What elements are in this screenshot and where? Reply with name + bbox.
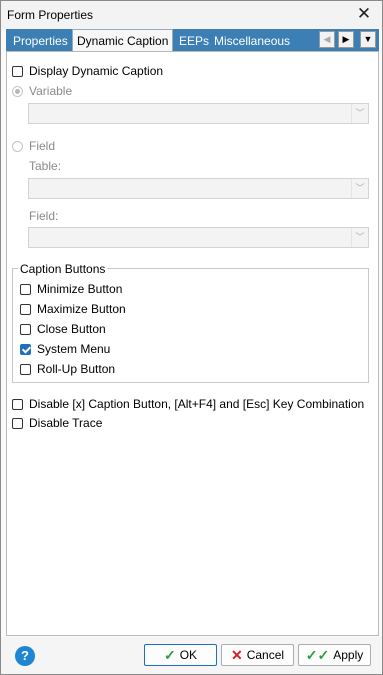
system-menu-label: System Menu bbox=[37, 342, 111, 356]
field-option[interactable]: Field bbox=[12, 138, 55, 154]
field-combo[interactable]: ﹀ bbox=[28, 227, 369, 248]
field-label: Field bbox=[29, 139, 56, 153]
minimize-button-checkbox[interactable] bbox=[20, 283, 31, 295]
disable-trace-option[interactable]: Disable Trace bbox=[12, 415, 102, 431]
checkmark-icon: ✓ bbox=[163, 646, 176, 663]
dialog-footer: ? ✓ OK ✕ Cancel ✓✓ Apply bbox=[1, 637, 382, 674]
system-menu-option[interactable]: System Menu bbox=[20, 341, 110, 357]
ok-button[interactable]: ✓ OK bbox=[144, 644, 217, 666]
table-label: Table: bbox=[29, 159, 62, 173]
tab-strip: Properties Dynamic Caption EEPs Miscella… bbox=[6, 29, 379, 52]
close-button-checkbox[interactable] bbox=[20, 323, 31, 335]
tab-miscellaneous[interactable]: Miscellaneous bbox=[210, 31, 294, 51]
system-menu-checkbox[interactable] bbox=[20, 343, 31, 355]
field-sub-label: Field: bbox=[29, 209, 59, 223]
ok-button-label: OK bbox=[179, 648, 198, 662]
cancel-x-icon: ✕ bbox=[230, 646, 243, 663]
variable-option[interactable]: Variable bbox=[12, 83, 72, 99]
variable-combo[interactable]: ﹀ bbox=[28, 103, 369, 124]
roll-up-button-checkbox[interactable] bbox=[20, 363, 31, 375]
window-title: Form Properties bbox=[7, 8, 94, 22]
chevron-down-icon[interactable]: ﹀ bbox=[351, 228, 368, 247]
roll-up-button-option[interactable]: Roll-Up Button bbox=[20, 361, 115, 377]
display-dynamic-caption-label: Display Dynamic Caption bbox=[29, 64, 164, 78]
form-properties-window: Form Properties ✕ Properties Dynamic Cap… bbox=[0, 0, 383, 675]
caption-buttons-group-label: Caption Buttons bbox=[18, 262, 108, 276]
maximize-button-label: Maximize Button bbox=[37, 302, 126, 316]
maximize-button-checkbox[interactable] bbox=[20, 303, 31, 315]
apply-button-label: Apply bbox=[333, 648, 364, 662]
tab-scroll-left-icon[interactable]: ◀ bbox=[319, 31, 335, 48]
close-button-option[interactable]: Close Button bbox=[20, 321, 106, 337]
maximize-button-option[interactable]: Maximize Button bbox=[20, 301, 126, 317]
cancel-button-label: Cancel bbox=[246, 648, 285, 662]
apply-button[interactable]: ✓✓ Apply bbox=[298, 644, 371, 666]
tab-scroll-right-icon[interactable]: ▶ bbox=[338, 31, 354, 48]
disable-trace-checkbox[interactable] bbox=[12, 417, 23, 429]
variable-label: Variable bbox=[29, 84, 73, 98]
disable-x-label: Disable [x] Caption Button, [Alt+F4] and… bbox=[29, 397, 365, 411]
table-combo[interactable]: ﹀ bbox=[28, 178, 369, 199]
title-bar: Form Properties ✕ bbox=[1, 1, 382, 29]
tab-eeps[interactable]: EEPs bbox=[175, 31, 213, 51]
cancel-button[interactable]: ✕ Cancel bbox=[221, 644, 294, 666]
help-icon[interactable]: ? bbox=[15, 646, 35, 666]
minimize-button-option[interactable]: Minimize Button bbox=[20, 281, 122, 297]
disable-x-checkbox[interactable] bbox=[12, 398, 23, 410]
field-radio[interactable] bbox=[12, 140, 23, 152]
variable-radio[interactable] bbox=[12, 85, 23, 97]
disable-trace-label: Disable Trace bbox=[29, 416, 103, 430]
chevron-down-icon[interactable]: ﹀ bbox=[351, 179, 368, 198]
disable-x-option[interactable]: Disable [x] Caption Button, [Alt+F4] and… bbox=[12, 396, 364, 412]
double-checkmark-icon: ✓✓ bbox=[305, 646, 330, 663]
minimize-button-label: Minimize Button bbox=[37, 282, 123, 296]
close-button-label: Close Button bbox=[37, 322, 106, 336]
chevron-down-icon[interactable]: ﹀ bbox=[351, 104, 368, 123]
tab-dynamic-caption[interactable]: Dynamic Caption bbox=[72, 29, 174, 52]
close-icon[interactable]: ✕ bbox=[354, 4, 374, 24]
display-dynamic-caption-checkbox[interactable] bbox=[12, 65, 23, 77]
display-dynamic-caption-option[interactable]: Display Dynamic Caption bbox=[12, 63, 163, 79]
tab-list-dropdown-icon[interactable]: ▼ bbox=[360, 31, 376, 48]
roll-up-button-label: Roll-Up Button bbox=[37, 362, 116, 376]
tab-properties[interactable]: Properties bbox=[9, 31, 72, 51]
